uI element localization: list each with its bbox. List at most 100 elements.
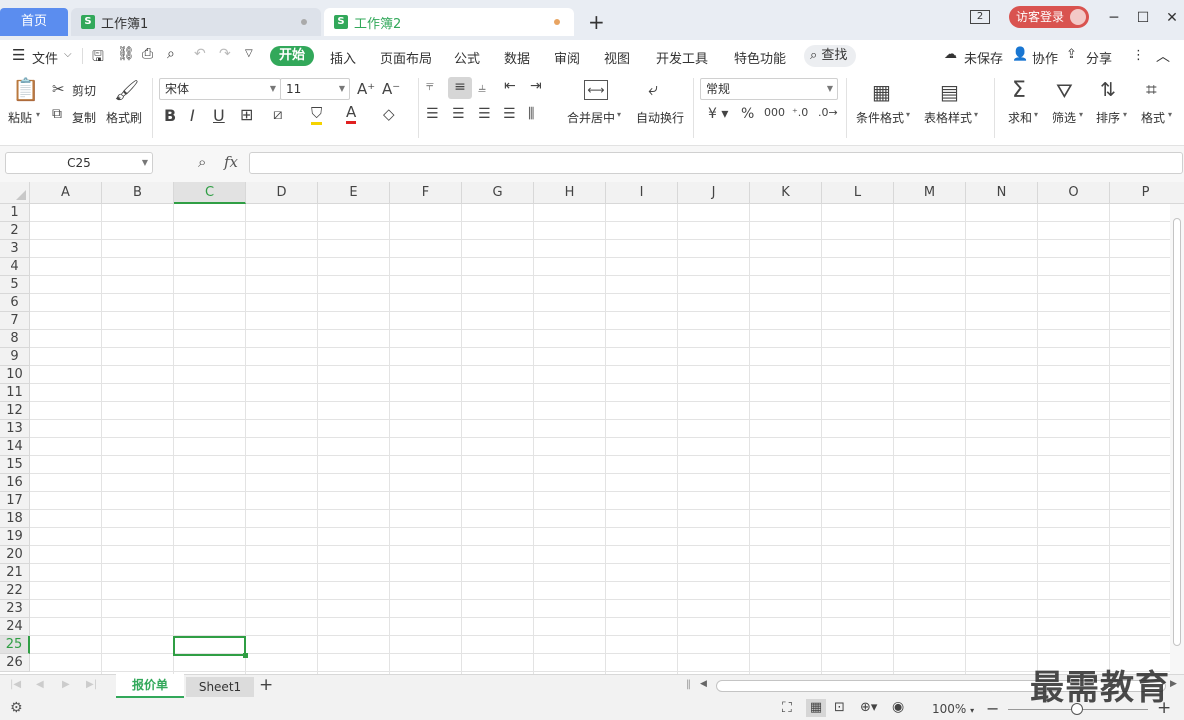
column-header-p[interactable]: P [1110,182,1170,204]
page-break-view-icon[interactable]: ⊕▾ [860,700,877,715]
unsaved-status[interactable]: 未保存 [964,48,1003,67]
merge-dropdown-icon[interactable]: ▾ [617,110,621,119]
row-header-18[interactable]: 18 [0,510,30,528]
paste-dropdown-icon[interactable]: ▾ [36,110,40,119]
menu-review[interactable]: 审阅 [554,48,580,67]
row-header-16[interactable]: 16 [0,474,30,492]
align-top-icon[interactable]: ⫧ [426,78,434,94]
column-header-j[interactable]: J [678,182,750,204]
last-sheet-icon[interactable]: ▶| [86,679,97,690]
merge-center-button[interactable]: 合并居中 [567,109,615,126]
row-header-2[interactable]: 2 [0,222,30,240]
row-header-9[interactable]: 9 [0,348,30,366]
border-icon[interactable]: ⊞ [240,105,253,124]
save-icon[interactable]: 🖫 [92,46,104,70]
clear-format-icon[interactable]: ◇ [383,105,395,123]
link-icon[interactable]: ⛓ [117,46,135,62]
row-header-5[interactable]: 5 [0,276,30,294]
distribute-icon[interactable]: ⫼ [528,106,534,122]
sort-icon[interactable]: ⇅ [1100,79,1116,101]
increase-indent-icon[interactable]: ⇥ [530,78,542,94]
paste-icon[interactable]: 📋 [12,78,39,106]
macro-icon[interactable]: ⚙ [10,700,23,716]
wrap-text-icon[interactable]: ⤶ [648,79,658,100]
increase-decimal-icon[interactable]: ⁺.0 [792,106,808,119]
name-box[interactable]: C25 ▼ [5,152,153,174]
increase-font-icon[interactable]: A⁺ [357,80,375,98]
table-style-icon[interactable]: ▤ [940,80,959,104]
next-sheet-icon[interactable]: ▶ [62,679,70,690]
login-button[interactable]: 访客登录 [1009,6,1089,28]
cell-area[interactable] [30,204,1170,674]
currency-icon[interactable]: ¥ ▾ [708,106,728,122]
row-header-14[interactable]: 14 [0,438,30,456]
row-header-3[interactable]: 3 [0,240,30,258]
format-painter-button[interactable]: 格式刷 [106,109,142,126]
align-middle-icon[interactable]: ≡ [448,77,472,99]
menu-developer[interactable]: 开发工具 [656,48,708,67]
sheet-tab-active[interactable]: 报价单 [116,674,184,698]
menu-data[interactable]: 数据 [504,48,530,67]
print-icon[interactable]: ⎙ [142,46,153,62]
zoom-level[interactable]: 100% ▾ [932,702,974,716]
row-header-22[interactable]: 22 [0,582,30,600]
row-header-25[interactable]: 25 [0,636,30,654]
column-header-n[interactable]: N [966,182,1038,204]
format-painter-icon[interactable]: 🖌 [114,78,139,102]
tab-workbook1[interactable]: S 工作簿1 [71,8,321,36]
menu-formulas[interactable]: 公式 [454,48,480,67]
column-header-f[interactable]: F [390,182,462,204]
column-header-i[interactable]: I [606,182,678,204]
menu-page-layout[interactable]: 页面布局 [380,48,432,67]
table-style-dropdown-icon[interactable]: ▾ [974,110,978,119]
percent-icon[interactable]: % [741,106,754,122]
font-name-select[interactable]: 宋体 ▼ [159,78,281,100]
row-header-17[interactable]: 17 [0,492,30,510]
scroll-right-icon[interactable]: ▶ [1170,679,1177,689]
collaborate-button[interactable]: 协作 [1032,48,1058,67]
scroll-left-icon[interactable]: ◀ [700,679,707,689]
table-style-button[interactable]: 表格样式 [924,109,972,126]
row-header-7[interactable]: 7 [0,312,30,330]
sort-dropdown-icon[interactable]: ▾ [1123,110,1127,119]
row-header-8[interactable]: 8 [0,330,30,348]
normal-view-icon[interactable]: ▦ [806,699,826,717]
cut-button[interactable]: 剪切 [72,82,96,99]
column-header-e[interactable]: E [318,182,390,204]
fill-color-icon[interactable]: ⛉ [311,104,323,125]
conditional-format-icon[interactable]: ▦ [872,80,891,104]
underline-icon[interactable]: U [213,106,225,125]
row-header-11[interactable]: 11 [0,384,30,402]
row-header-1[interactable]: 1 [0,204,30,222]
search-button[interactable]: ⌕ 查找 [804,45,856,67]
chevron-down-icon[interactable]: ⌵ [64,49,72,60]
italic-icon[interactable]: I [190,106,195,125]
wrap-text-button[interactable]: 自动换行 [636,109,684,126]
selected-cell-c25[interactable] [173,636,248,658]
row-header-13[interactable]: 13 [0,420,30,438]
sheet-tab[interactable]: Sheet1 [186,677,254,697]
format-dropdown-icon[interactable]: ▾ [1168,110,1172,119]
row-header-6[interactable]: 6 [0,294,30,312]
align-left-icon[interactable]: ☰ [426,106,439,122]
copy-icon[interactable]: ⧉ [52,106,62,122]
column-header-b[interactable]: B [102,182,174,204]
filter-icon[interactable]: ⛛ [1056,79,1073,103]
sum-dropdown-icon[interactable]: ▾ [1034,110,1038,119]
bold-icon[interactable]: B [164,106,176,125]
zoom-out-button[interactable]: − [986,699,999,718]
row-header-21[interactable]: 21 [0,564,30,582]
print-preview-icon[interactable]: ⌕ [167,46,175,62]
format-button[interactable]: 格式 [1141,109,1165,126]
prev-sheet-icon[interactable]: ◀ [36,679,44,690]
row-header-12[interactable]: 12 [0,402,30,420]
copy-button[interactable]: 复制 [72,109,96,126]
column-header-o[interactable]: O [1038,182,1110,204]
fullscreen-icon[interactable]: ⛶ [782,700,792,716]
undo-icon[interactable]: ↶ [194,46,206,62]
decrease-indent-icon[interactable]: ⇤ [504,78,516,94]
redo-icon[interactable]: ↷ [219,46,231,62]
row-header-20[interactable]: 20 [0,546,30,564]
first-sheet-icon[interactable]: |◀ [10,679,21,690]
decrease-font-icon[interactable]: A⁻ [382,80,400,98]
